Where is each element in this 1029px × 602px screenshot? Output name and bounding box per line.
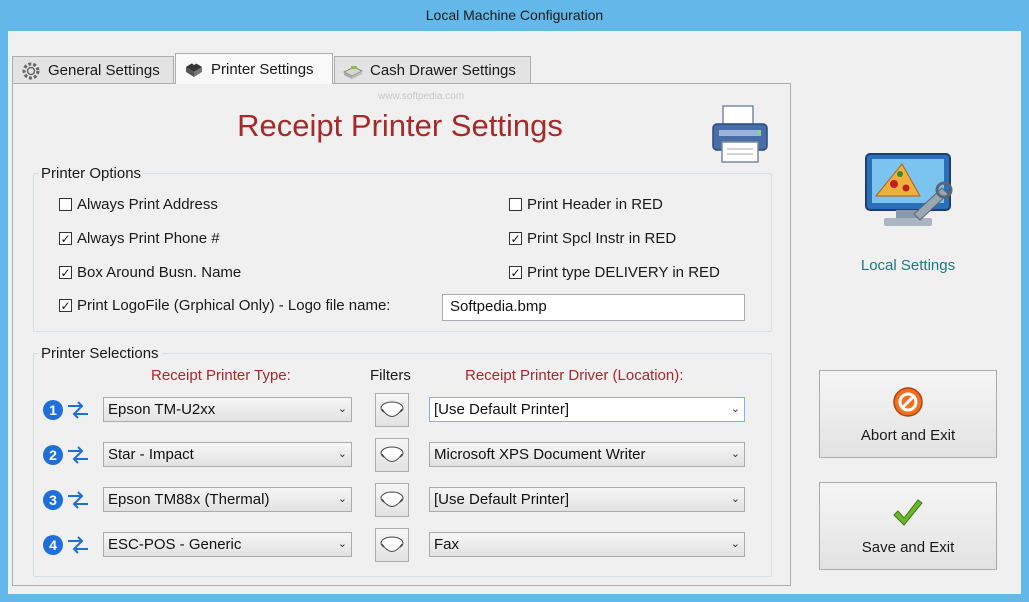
- row-number-badge: 1: [43, 400, 63, 420]
- filter-icon: [380, 536, 404, 552]
- printer-selections-legend: Printer Selections: [38, 345, 162, 362]
- filter-icon: [380, 491, 404, 507]
- checkbox-label: Print LogoFile (Grphical Only) - Logo fi…: [77, 297, 391, 314]
- select-value: Star - Impact: [108, 446, 194, 463]
- printer-type-select-3[interactable]: Epson TM88x (Thermal) ⌄: [103, 487, 352, 512]
- filters-header: Filters: [370, 367, 411, 384]
- swap-arrows-icon: [68, 446, 88, 464]
- printer-driver-select-2[interactable]: Microsoft XPS Document Writer ⌄: [429, 442, 745, 467]
- printer-driver-header: Receipt Printer Driver (Location):: [465, 367, 684, 384]
- printer-driver-select-4[interactable]: Fax ⌄: [429, 532, 745, 557]
- select-value: Epson TM-U2xx: [108, 401, 216, 418]
- tab-label: Printer Settings: [211, 60, 314, 78]
- tab-printer-settings[interactable]: Printer Settings: [175, 53, 333, 84]
- swap-arrows-icon: [68, 536, 88, 554]
- filter-icon: [380, 446, 404, 462]
- gear-icon: [22, 62, 40, 79]
- checkbox-label: Print Header in RED: [527, 196, 663, 213]
- page-title: Receipt Printer Settings: [237, 108, 563, 143]
- printer-type-select-2[interactable]: Star - Impact ⌄: [103, 442, 352, 467]
- row-number-badge: 2: [43, 445, 63, 465]
- always-print-address-checkbox[interactable]: Always Print Address: [59, 196, 218, 213]
- chevron-down-icon: ⌄: [730, 493, 740, 505]
- app-window: Local Machine Configuration General Sett…: [0, 0, 1029, 602]
- select-value: Microsoft XPS Document Writer: [434, 446, 646, 463]
- checkbox-label: Always Print Phone #: [77, 230, 220, 247]
- select-value: Fax: [434, 536, 460, 553]
- tab-cash-drawer-settings[interactable]: Cash Drawer Settings: [334, 56, 531, 84]
- watermark: www.softpedia.com: [378, 91, 465, 102]
- checkbox-box[interactable]: [509, 198, 522, 211]
- select-value: [Use Default Printer]: [434, 491, 570, 508]
- checkbox-box[interactable]: ✓: [509, 232, 522, 245]
- tab-label: Cash Drawer Settings: [370, 62, 516, 79]
- button-label: Save and Exit: [861, 538, 955, 556]
- select-value: ESC-POS - Generic: [108, 536, 242, 553]
- printer-type-select-1[interactable]: Epson TM-U2xx ⌄: [103, 397, 352, 422]
- row-number-badge: 3: [43, 490, 63, 510]
- filter-icon: [380, 401, 404, 417]
- chevron-down-icon: ⌄: [730, 448, 740, 460]
- checkbox-box[interactable]: [59, 198, 72, 211]
- checkmark-icon: [893, 498, 923, 526]
- chevron-down-icon: ⌄: [730, 538, 740, 550]
- swap-arrows-icon: [68, 401, 88, 419]
- checkbox-label: Always Print Address: [77, 196, 218, 213]
- print-spcl-instr-red-checkbox[interactable]: ✓ Print Spcl Instr in RED: [509, 230, 676, 247]
- window-title: Local Machine Configuration: [425, 7, 604, 23]
- tab-label: General Settings: [48, 62, 160, 79]
- printer-driver-select-3[interactable]: [Use Default Printer] ⌄: [429, 487, 745, 512]
- checkbox-label: Box Around Busn. Name: [77, 264, 242, 281]
- swap-arrows-icon: [68, 491, 88, 509]
- checkbox-box[interactable]: ✓: [59, 266, 72, 279]
- logo-filename-input[interactable]: Softpedia.bmp: [442, 294, 745, 321]
- checkbox-box[interactable]: ✓: [509, 266, 522, 279]
- select-value: Epson TM88x (Thermal): [108, 491, 270, 508]
- checkbox-box[interactable]: ✓: [59, 299, 72, 312]
- filter-button-2[interactable]: [375, 438, 409, 472]
- chevron-down-icon: ⌄: [337, 538, 347, 550]
- local-settings-label[interactable]: Local Settings: [820, 257, 996, 274]
- filter-button-3[interactable]: [375, 483, 409, 517]
- stop-icon: [893, 386, 923, 417]
- checkbox-label: Print Spcl Instr in RED: [527, 230, 677, 247]
- chevron-down-icon: ⌄: [337, 493, 347, 505]
- select-value: [Use Default Printer]: [434, 401, 570, 418]
- print-delivery-red-checkbox[interactable]: ✓ Print type DELIVERY in RED: [509, 264, 720, 281]
- box-around-name-checkbox[interactable]: ✓ Box Around Busn. Name: [59, 264, 241, 281]
- cash-drawer-icon: [343, 65, 363, 79]
- chevron-down-icon: ⌄: [337, 448, 347, 460]
- printer-options-legend: Printer Options: [38, 165, 145, 182]
- filter-button-1[interactable]: [375, 393, 409, 427]
- button-label: Abort and Exit: [860, 426, 956, 444]
- printer-icon: [712, 105, 768, 163]
- abort-and-exit-button[interactable]: Abort and Exit: [819, 370, 997, 458]
- print-logofile-checkbox[interactable]: ✓ Print LogoFile (Grphical Only) - Logo …: [59, 297, 390, 314]
- tab-general-settings[interactable]: General Settings: [12, 56, 174, 84]
- row-number-badge: 4: [43, 535, 63, 555]
- printer-icon: [186, 61, 202, 77]
- always-print-phone-checkbox[interactable]: ✓ Always Print Phone #: [59, 230, 220, 247]
- checkbox-box[interactable]: ✓: [59, 232, 72, 245]
- filter-button-4[interactable]: [375, 528, 409, 562]
- chevron-down-icon: ⌄: [337, 403, 347, 415]
- checkbox-label: Print type DELIVERY in RED: [527, 264, 720, 281]
- printer-type-select-4[interactable]: ESC-POS - Generic ⌄: [103, 532, 352, 557]
- print-header-red-checkbox[interactable]: Print Header in RED: [509, 196, 663, 213]
- local-settings-icon: [865, 153, 953, 226]
- chevron-down-icon: ⌄: [730, 403, 740, 415]
- printer-driver-select-1[interactable]: [Use Default Printer] ⌄: [429, 397, 745, 422]
- printer-type-header: Receipt Printer Type:: [151, 367, 291, 384]
- save-and-exit-button[interactable]: Save and Exit: [819, 482, 997, 570]
